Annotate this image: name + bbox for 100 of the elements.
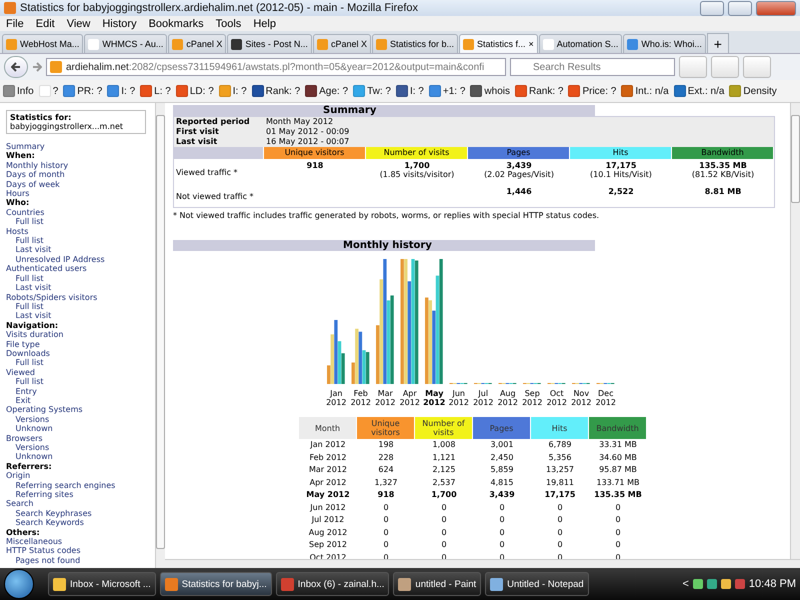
toolbar-item[interactable]: L: ? (140, 85, 171, 97)
close-button[interactable] (756, 0, 796, 16)
table-cell-text: 0 (614, 539, 622, 551)
toolbar-item[interactable]: Rank: ? (514, 85, 564, 97)
maximize-button[interactable] (728, 0, 752, 16)
sidebar-link[interactable]: Days of month (6, 170, 155, 180)
sidebar-link[interactable]: Hosts (6, 226, 155, 236)
vertical-scrollbar[interactable] (155, 103, 165, 568)
browser-tab[interactable]: Statistics for b... (372, 34, 458, 53)
toolbar-item[interactable]: PR: ? (63, 85, 102, 97)
sidebar-sublink[interactable]: Last visit (6, 283, 155, 292)
sidebar-link[interactable]: Days of week (6, 180, 155, 190)
taskbar-button[interactable]: Statistics for babyj... (160, 572, 272, 596)
sidebar-sublink[interactable]: Referring search engines (6, 480, 155, 490)
sidebar-sublink[interactable]: Full list (6, 217, 155, 227)
sidebar-sublink[interactable]: Search Keywords (6, 518, 155, 528)
sidebar-sublink[interactable]: Unknown (6, 424, 155, 434)
sidebar-link[interactable]: Monthly history (6, 160, 155, 170)
toolbar-item[interactable]: Int.: n/a (621, 85, 669, 97)
toolbar-item[interactable]: Tw: ? (353, 85, 391, 97)
close-tab-button[interactable]: × (528, 39, 534, 49)
toolbar-item[interactable]: LD: ? (176, 85, 214, 97)
forward-arrow-icon[interactable] (32, 62, 42, 72)
month-label: Feb 2012 (350, 389, 372, 407)
sidebar-link[interactable]: Operating Systems (6, 405, 155, 415)
toolbar-item[interactable]: I: ? (396, 85, 424, 97)
sidebar-sublink[interactable]: Search Keyphrases (6, 508, 155, 518)
menu-item[interactable]: Tools (216, 18, 242, 30)
taskbar-button[interactable]: untitled - Paint (393, 572, 482, 596)
sidebar-sublink[interactable]: Full list (6, 377, 155, 387)
taskbar-button[interactable]: Inbox - Microsoft ... (48, 572, 156, 596)
table-cell-text: 17,175 (544, 489, 576, 501)
sidebar-link[interactable]: Search (6, 499, 155, 509)
sidebar-sublink[interactable]: Last visit (6, 245, 155, 255)
sidebar-sublink[interactable]: Full list (6, 274, 155, 284)
sidebar-sublink[interactable]: Versions (6, 443, 155, 452)
sidebar-sublink[interactable]: Last visit (6, 311, 155, 321)
sidebar-sublink[interactable]: Unknown (6, 452, 155, 462)
toolbar-item[interactable]: +1: ? (428, 85, 466, 97)
toolbar-item[interactable]: Ext.: n/a (674, 85, 724, 97)
sidebar-link[interactable]: Origin (6, 471, 155, 481)
toolbar-item[interactable]: I: ? (107, 85, 136, 97)
sidebar-sublink[interactable]: Pages not found (6, 556, 155, 566)
minimize-button[interactable] (700, 0, 724, 16)
sidebar-link[interactable]: Viewed (6, 368, 155, 378)
menu-item[interactable]: View (66, 18, 90, 30)
menu-item[interactable]: History (102, 18, 137, 30)
sidebar-sublink[interactable]: Full list (6, 358, 155, 368)
sidebar-link[interactable]: Downloads (6, 348, 155, 358)
toolbar-item[interactable]: Age: ? (305, 85, 348, 97)
sidebar-link[interactable]: Countries (6, 208, 155, 218)
browser-tab[interactable]: Automation S... (538, 34, 622, 53)
sidebar-link[interactable]: Authenticated users (6, 264, 155, 274)
search-field[interactable]: Search Results (510, 58, 675, 76)
sidebar-sublink[interactable]: Full list (6, 236, 155, 246)
sidebar-sublink[interactable]: Versions (6, 414, 155, 424)
sidebar-sublink[interactable]: Entry (6, 386, 155, 396)
browser-tab[interactable]: WHMCS - Au... (84, 34, 168, 53)
browser-tab[interactable]: cPanel X (168, 34, 226, 53)
menu-item[interactable]: Help (253, 18, 276, 30)
address-field[interactable]: ardiehalim.net:2082/cpsess7311594961/awstats.pl?month=05&year=2012&output=main&confi (46, 58, 506, 76)
info-value: 01 May 2012 - 00:09 (266, 127, 350, 137)
sidebar-link[interactable]: File type (6, 340, 155, 349)
new-tab-button[interactable]: + (706, 33, 729, 53)
toolbar-item[interactable]: Density (729, 85, 777, 97)
sidebar-sublink[interactable]: Exit (6, 396, 155, 406)
sidebar-sublink[interactable]: Unresolved IP Address (6, 254, 155, 264)
toolbar-item[interactable]: Price: ? (568, 85, 616, 97)
taskbar-button[interactable]: Inbox (6) - zainal.h... (276, 572, 390, 596)
back-button[interactable] (4, 56, 28, 78)
start-button[interactable] (4, 569, 34, 599)
toolbar-item[interactable]: Info (3, 85, 34, 97)
sidebar-link[interactable]: Hours (6, 189, 155, 198)
browser-tab[interactable]: cPanel X (312, 34, 371, 53)
horizontal-scrollbar[interactable] (165, 559, 800, 568)
toolbar-item[interactable]: ? (38, 85, 58, 97)
menu-item[interactable]: File (6, 18, 24, 30)
sidebar-sublink[interactable]: Referring sites (6, 490, 155, 500)
sidebar-link[interactable]: Miscellaneous (6, 537, 155, 546)
toolbar-item[interactable]: Rank: ? (252, 85, 300, 97)
browser-tab[interactable]: Statistics f... × (459, 34, 538, 53)
vertical-scrollbar[interactable] (790, 103, 800, 559)
browser-tab[interactable]: Who.is: Whoi... (623, 34, 706, 53)
toolbar-item[interactable]: I: ? (218, 85, 247, 97)
toolbar-button[interactable] (743, 56, 771, 78)
toolbar-item[interactable]: whois (470, 85, 510, 97)
sidebar-sublink[interactable]: Full list (6, 302, 155, 312)
taskbar-button[interactable]: Untitled - Notepad (485, 572, 589, 596)
sidebar-link[interactable]: Visits duration (6, 330, 155, 340)
sidebar-link[interactable]: Browsers (6, 434, 155, 443)
tray-expand-button[interactable]: < (682, 578, 689, 590)
menu-item[interactable]: Bookmarks (148, 18, 204, 30)
site-name: babyjoggingstrollerx...m.net (10, 122, 124, 131)
sidebar-link[interactable]: Summary (6, 142, 155, 152)
browser-tab[interactable]: Sites - Post N... (227, 34, 312, 53)
browser-tab[interactable]: WebHost Ma... (2, 34, 84, 53)
clock: 10:48 PM (748, 578, 796, 590)
sidebar-link[interactable]: HTTP Status codes (6, 546, 155, 556)
sidebar-link[interactable]: Robots/Spiders visitors (6, 292, 155, 302)
menu-item[interactable]: Edit (36, 18, 55, 30)
